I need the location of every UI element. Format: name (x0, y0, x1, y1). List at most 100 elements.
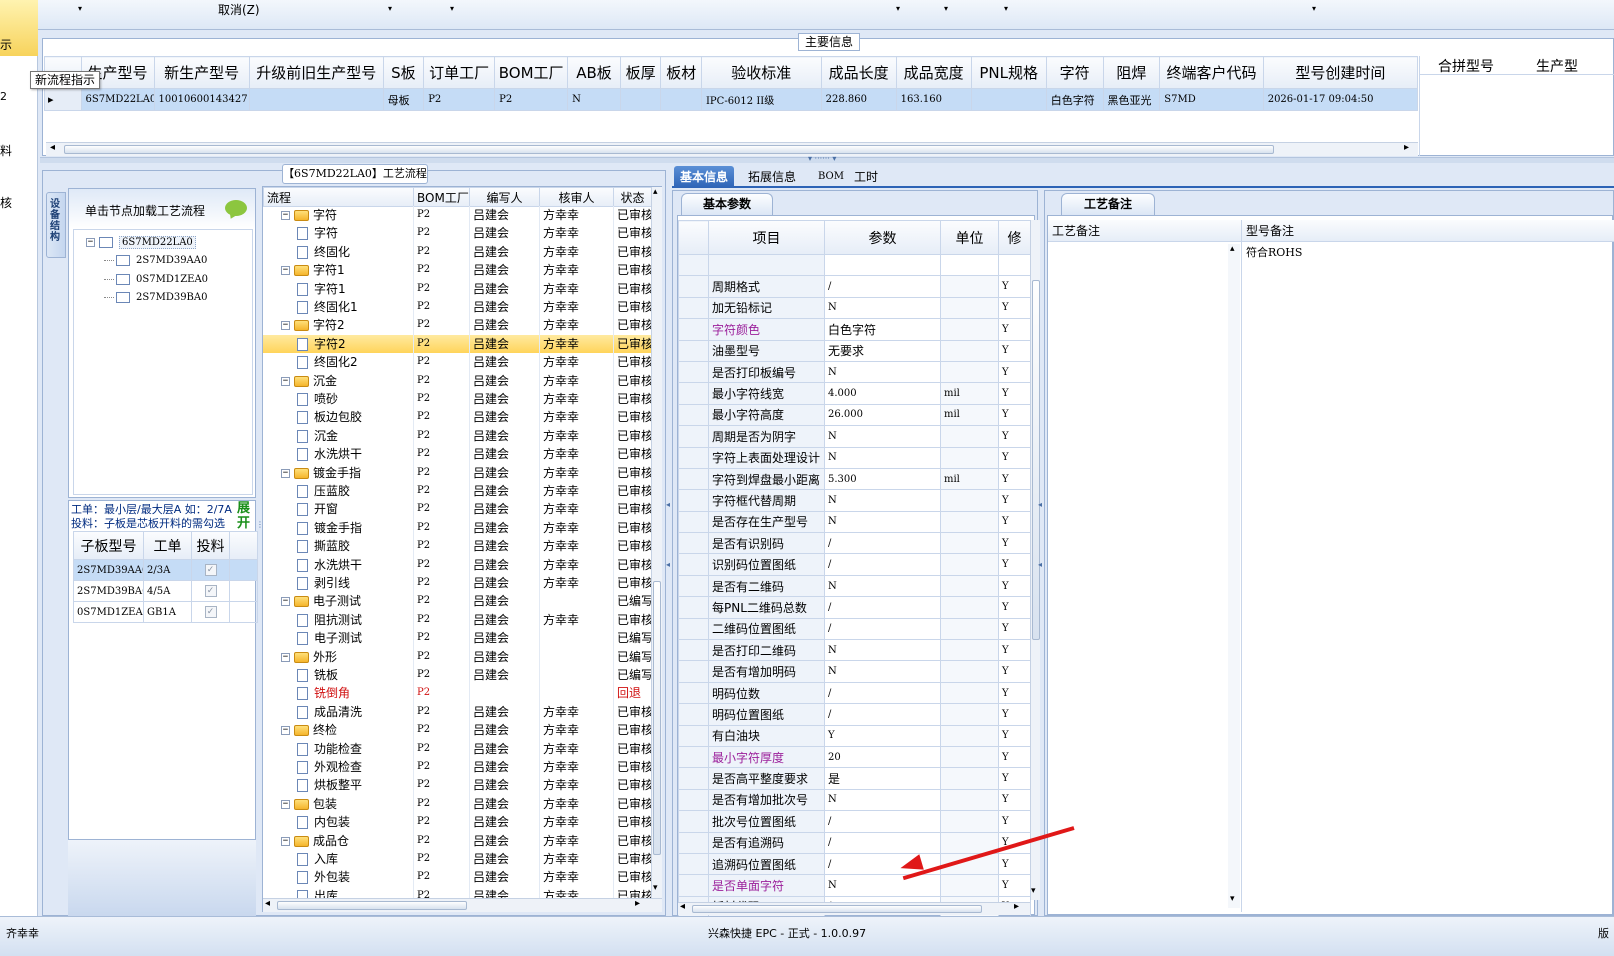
param-row[interactable]: 有白油块 Y Y (678, 724, 1031, 747)
param-value[interactable]: N (824, 874, 941, 897)
param-row[interactable]: 明码位置图纸 / Y (678, 703, 1031, 726)
collapse-icon[interactable]: − (281, 726, 290, 736)
flow-row[interactable]: 水洗烘干 P2 吕建会 方幸幸 已审核 (263, 556, 651, 574)
scroll-up-icon[interactable]: ▴ (653, 187, 658, 197)
collapse-icon[interactable]: − (281, 836, 290, 846)
flow-row[interactable]: 终固化 P2 吕建会 方幸幸 已审核 (263, 243, 651, 261)
param-row[interactable]: 是否打印二维码 N Y (678, 639, 1031, 662)
flow-row[interactable]: − 终检 P2 吕建会 方幸幸 已审核 (263, 721, 651, 739)
flow-row[interactable]: − 沉金 P2 吕建会 方幸幸 已审核 (263, 372, 651, 390)
param-value[interactable]: 26.000 (824, 403, 941, 427)
splitter-grip[interactable]: ▾ ······ ▾ (808, 154, 858, 164)
param-row[interactable]: 每PNL二维码总数 / Y (678, 596, 1031, 619)
splitter-grip[interactable]: ◂ ◂ (1038, 500, 1044, 580)
model-remark-text[interactable]: 符合ROHS (1246, 244, 1302, 260)
flow-row[interactable]: 板边包胶 P2 吕建会 方幸幸 已审核 (263, 408, 651, 426)
sub-model[interactable]: 2S7MD39AA0 (73, 559, 144, 581)
tab-basic[interactable]: 基本信息 (674, 166, 735, 188)
row-pointer[interactable]: ▸ (44, 88, 82, 111)
collapse-icon[interactable]: − (281, 266, 290, 276)
param-row[interactable]: 是否单面字符 N Y (678, 874, 1031, 897)
tab-extended[interactable]: 拓展信息 (742, 166, 802, 188)
flow-row[interactable]: 出库 P2 吕建会 方幸幸 已审核 (263, 887, 651, 898)
splitter-grip[interactable]: ◂ ◂ (666, 500, 672, 580)
param-row[interactable]: 最小字符高度 26.000 mil Y (678, 403, 1031, 427)
flow-row[interactable]: 水洗烘干 P2 吕建会 方幸幸 已审核 (263, 445, 651, 463)
collapse-icon[interactable]: − (281, 211, 290, 220)
flow-v-scrollbar[interactable]: ▴ ▾ (651, 187, 662, 898)
flow-row[interactable]: 喷砂 P2 吕建会 方幸幸 已审核 (263, 390, 651, 408)
scroll-left-icon[interactable]: ◂ (265, 898, 270, 909)
flow-row[interactable]: 字符1 P2 吕建会 方幸幸 已审核 (263, 280, 651, 298)
param-row[interactable]: 是否高平整度要求是 Y (678, 767, 1031, 790)
param-row[interactable]: 是否有二维码 N Y (678, 574, 1031, 598)
collapse-icon[interactable]: − (86, 238, 95, 247)
flow-row[interactable]: − 成品仓 P2 吕建会 方幸幸 已审核 (263, 832, 651, 850)
param-row[interactable]: 字符颜色 白色字符 Y (678, 318, 1031, 341)
param-row[interactable]: 油墨型号 无要求 Y (678, 339, 1031, 362)
flow-row[interactable]: 铣倒角 P2 回退 (263, 684, 651, 702)
sub-feed[interactable]: ✓ (191, 580, 230, 602)
cancel-menu[interactable]: 取消(Z) (218, 1, 260, 18)
scroll-left-icon[interactable]: ◂ (680, 901, 685, 912)
flow-row[interactable]: 终固化1 P2 吕建会 方幸幸 已审核 (263, 298, 651, 316)
param-row[interactable]: 是否存在生产型号 N Y (678, 510, 1031, 534)
column-header[interactable]: 编写人 (469, 187, 540, 207)
column-header[interactable]: 阻焊 (1102, 56, 1161, 89)
column-header[interactable]: 流程 (263, 187, 414, 207)
sub-feed[interactable]: ✓ (191, 601, 230, 623)
collapse-icon[interactable]: − (281, 468, 290, 478)
dropdown-arrow-icon[interactable]: ▾ (1312, 4, 1316, 13)
checkbox-checked-icon[interactable]: ✓ (204, 606, 217, 618)
params-subtab[interactable]: 基本参数 (681, 193, 773, 215)
param-value[interactable]: / (824, 810, 941, 833)
tree-node[interactable]: 0S7MD1ZEA0 (104, 271, 208, 289)
left-tab-label[interactable]: 核 (0, 194, 12, 211)
cell[interactable]: N (567, 88, 621, 111)
column-header[interactable]: BOM工厂 (413, 187, 470, 207)
param-value[interactable]: Y (824, 724, 941, 747)
scroll-thumb[interactable] (653, 581, 661, 855)
param-value[interactable]: 无要求 (824, 339, 941, 362)
params-h-scrollbar[interactable]: ◂ ▸ (678, 901, 1030, 915)
cell[interactable]: 白色字符 (1045, 88, 1104, 111)
flow-h-scrollbar[interactable]: ◂ ▸ (263, 898, 662, 912)
column-header[interactable]: 板厚 (619, 56, 662, 89)
remark-v-scrollbar[interactable]: ▴ ▾ (1228, 244, 1240, 908)
cell[interactable]: 母板 (382, 88, 425, 111)
collapse-icon[interactable]: − (281, 652, 290, 662)
flow-row[interactable]: − 字符1 P2 吕建会 方幸幸 已审核 (263, 261, 651, 279)
cell[interactable]: 2026-01-17 09:04:50 (1262, 88, 1419, 111)
param-value[interactable]: / (824, 681, 941, 705)
flow-row[interactable]: 阻抗测试 P2 吕建会 方幸幸 已审核 (263, 611, 651, 629)
param-value[interactable]: / (824, 532, 941, 555)
column-header[interactable]: 型号创建时间 (1262, 56, 1419, 89)
sub-model[interactable]: 0S7MD1ZEA0 (73, 601, 144, 623)
param-row[interactable]: 字符到焊盘最小距离 5.300 mil Y (678, 467, 1031, 491)
left-tab-active[interactable]: 示 (0, 0, 38, 56)
param-row[interactable]: 是否有追溯码 / Y (678, 831, 1031, 854)
param-value[interactable]: / (824, 617, 941, 641)
param-value[interactable]: N (824, 360, 941, 384)
flow-row[interactable]: 烘板整平 P2 吕建会 方幸幸 已审核 (263, 776, 651, 794)
main-info-h-scrollbar[interactable]: ◂ ▸ (46, 142, 1418, 156)
param-row[interactable]: 周期格式 / Y (678, 275, 1031, 298)
param-value[interactable]: N (824, 660, 941, 683)
cell[interactable] (248, 88, 384, 111)
sub-model[interactable]: 2S7MD39BA0 (73, 580, 144, 602)
flow-row[interactable]: 终固化2 P2 吕建会 方幸幸 已审核 (263, 353, 651, 371)
column-header[interactable]: 板材 (660, 56, 702, 89)
cell[interactable]: 黑色亚光 (1102, 88, 1161, 111)
param-value[interactable]: N (824, 446, 941, 469)
sub-order[interactable]: 4/5A (143, 580, 192, 602)
flow-row[interactable]: 功能检查 P2 吕建会 方幸幸 已审核 (263, 740, 651, 758)
column-header[interactable]: 验收标准 (700, 56, 822, 89)
param-row[interactable]: 批次号位置图纸 / Y (678, 810, 1031, 833)
column-header[interactable]: 单位 (940, 220, 999, 255)
column-header[interactable]: 参数 (824, 220, 941, 255)
collapse-icon[interactable]: − (281, 597, 290, 607)
param-row[interactable]: 识别码位置图纸 / Y (678, 553, 1031, 576)
param-value[interactable]: / (824, 596, 941, 619)
cell[interactable]: 10010600143427 (153, 88, 250, 111)
dropdown-arrow-icon[interactable]: ▾ (1004, 4, 1008, 13)
